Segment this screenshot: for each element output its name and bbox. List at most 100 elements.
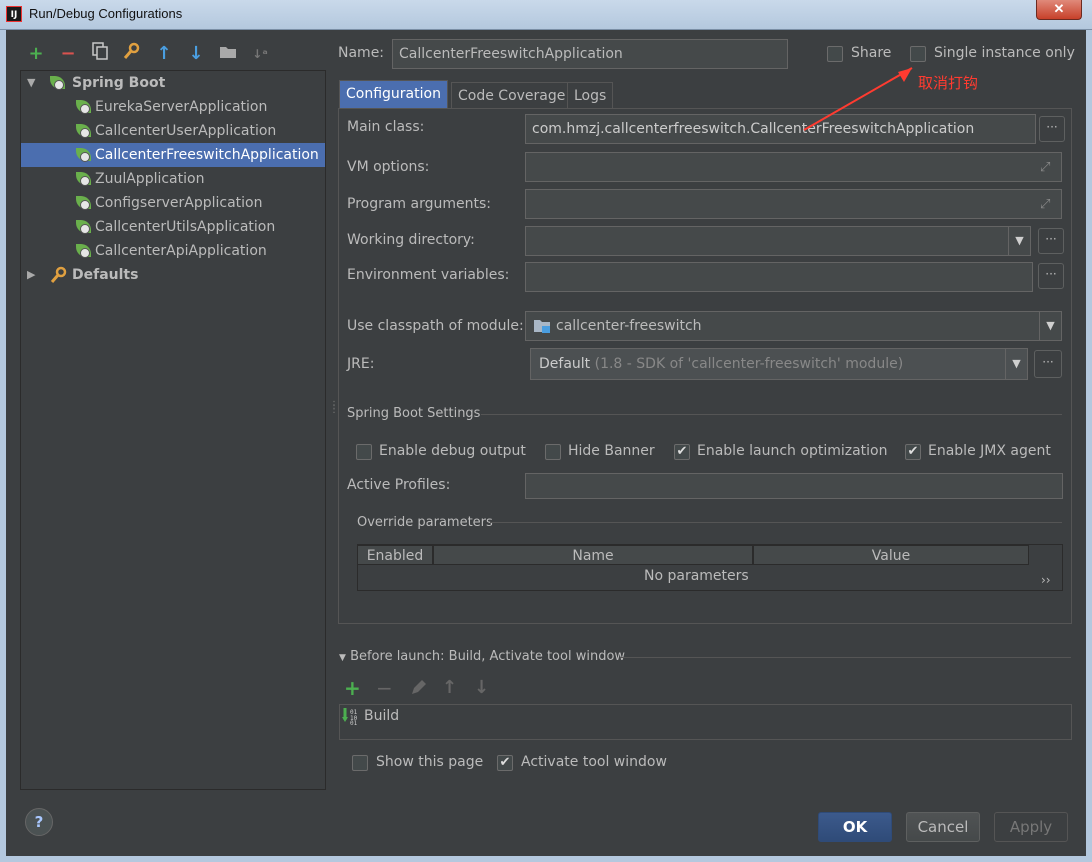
collapsed-arrow-icon[interactable]: ▶: [27, 263, 35, 287]
tree-item[interactable]: CallcenterUserApplication: [21, 119, 325, 143]
tree-item[interactable]: ZuulApplication: [21, 167, 325, 191]
move-down-icon[interactable]: ↓: [184, 42, 208, 66]
ok-button[interactable]: OK: [818, 812, 892, 842]
title-bar: IJ Run/Debug Configurations ✕: [0, 0, 1092, 30]
program-arguments-input[interactable]: [525, 189, 1062, 219]
copy-configuration-icon[interactable]: [88, 42, 112, 66]
remove-configuration-icon[interactable]: −: [56, 42, 80, 66]
table-header-enabled[interactable]: Enabled: [357, 545, 433, 565]
add-task-icon[interactable]: +: [344, 676, 361, 700]
edit-defaults-wrench-icon[interactable]: [120, 42, 144, 66]
build-icon: 01 10 01: [342, 707, 360, 729]
before-launch-toggle[interactable]: ▼ Before launch: Build, Activate tool wi…: [339, 649, 625, 664]
svg-text:01: 01: [350, 720, 358, 725]
cancel-button[interactable]: Cancel: [906, 812, 980, 842]
tree-group-defaults[interactable]: ▶ Defaults: [21, 263, 325, 287]
apply-button[interactable]: Apply: [994, 812, 1068, 842]
move-task-up-icon[interactable]: ↑: [442, 677, 457, 698]
enable-jmx-agent-checkbox[interactable]: ✔: [905, 444, 921, 460]
enable-jmx-agent-label: Enable JMX agent: [928, 443, 1051, 459]
hide-banner-label: Hide Banner: [568, 443, 655, 459]
move-task-down-icon[interactable]: ↓: [474, 677, 489, 698]
table-more-icon[interactable]: ››: [1041, 573, 1051, 587]
defaults-wrench-icon: [49, 265, 69, 293]
folder-icon[interactable]: [216, 42, 240, 66]
help-button[interactable]: ?: [25, 808, 53, 836]
tree-item-label: EurekaServerApplication: [95, 99, 268, 115]
add-configuration-icon[interactable]: +: [24, 42, 48, 66]
tree-item[interactable]: CallcenterApiApplication: [21, 239, 325, 263]
activate-tool-window-checkbox[interactable]: ✔: [497, 755, 513, 771]
tree-item-label: CallcenterApiApplication: [95, 243, 267, 259]
environment-variables-browse-button[interactable]: ···: [1038, 263, 1064, 289]
spring-boot-app-icon: [75, 194, 93, 212]
annotation-arrow: [803, 67, 913, 131]
environment-variables-label: Environment variables:: [347, 267, 510, 283]
override-parameters-title: Override parameters: [357, 515, 493, 530]
tree-item-selected[interactable]: CallcenterFreeswitchApplication: [21, 143, 325, 167]
main-class-input[interactable]: com.hmzj.callcenterfreeswitch.Callcenter…: [525, 114, 1036, 144]
sort-alphabetically-icon[interactable]: ↓ᵃ: [248, 42, 272, 66]
working-directory-browse-button[interactable]: ···: [1038, 228, 1064, 254]
active-profiles-label: Active Profiles:: [347, 477, 451, 493]
expanded-arrow-icon[interactable]: ▼: [27, 71, 35, 95]
classpath-module-label: Use classpath of module:: [347, 318, 524, 334]
jre-dropdown-arrow-icon[interactable]: ▼: [1005, 349, 1027, 379]
tree-item-label: CallcenterUtilsApplication: [95, 219, 276, 235]
tree-item-label: ZuulApplication: [95, 171, 205, 187]
table-header-name[interactable]: Name: [433, 545, 753, 565]
main-class-browse-button[interactable]: ···: [1039, 116, 1065, 142]
name-input[interactable]: CallcenterFreeswitchApplication: [392, 39, 788, 69]
spring-boot-app-icon: [75, 98, 93, 116]
jre-label: JRE:: [347, 356, 375, 372]
tab-configuration[interactable]: Configuration: [339, 80, 448, 108]
jre-select[interactable]: Default (1.8 - SDK of 'callcenter-freesw…: [530, 348, 1028, 380]
tab-code-coverage[interactable]: Code Coverage: [451, 82, 573, 110]
tree-item[interactable]: EurekaServerApplication: [21, 95, 325, 119]
annotation-text: 取消打钩: [918, 74, 979, 92]
section-divider: [620, 657, 1071, 658]
vm-options-input[interactable]: [525, 152, 1062, 182]
expand-icon[interactable]: ⤢: [1040, 197, 1050, 212]
enable-debug-output-label: Enable debug output: [379, 443, 526, 459]
build-task-label: Build: [364, 708, 400, 724]
classpath-dropdown-arrow-icon[interactable]: ▼: [1039, 312, 1061, 340]
working-directory-dropdown-arrow-icon[interactable]: ▼: [1008, 227, 1030, 255]
main-class-label: Main class:: [347, 119, 425, 135]
classpath-module-select[interactable]: callcenter-freeswitch: [525, 311, 1062, 341]
hide-banner-checkbox[interactable]: [545, 444, 561, 460]
working-directory-input[interactable]: [525, 226, 1031, 256]
tree-item[interactable]: ConfigserverApplication: [21, 191, 325, 215]
tree-group-spring-boot[interactable]: ▼ Spring Boot: [21, 71, 325, 95]
remove-task-icon[interactable]: −: [376, 676, 393, 700]
table-header-value[interactable]: Value: [753, 545, 1029, 565]
enable-launch-optimization-checkbox[interactable]: ✔: [674, 444, 690, 460]
table-empty-text: No parameters: [644, 568, 749, 584]
tab-logs[interactable]: Logs: [567, 82, 614, 110]
section-divider: [481, 414, 1062, 415]
single-instance-label: Single instance only: [934, 45, 1075, 61]
configuration-tree[interactable]: ▼ Spring Boot EurekaServerApplication Ca…: [20, 70, 326, 790]
show-this-page-label: Show this page: [376, 754, 484, 770]
spring-boot-app-icon: [75, 218, 93, 236]
show-this-page-checkbox[interactable]: [352, 755, 368, 771]
before-launch-title: Before launch: Build, Activate tool wind…: [350, 649, 626, 664]
tree-item-label: ConfigserverApplication: [95, 195, 263, 211]
expand-icon[interactable]: ⤢: [1040, 160, 1050, 175]
vm-options-label: VM options:: [347, 159, 430, 175]
spring-boot-icon: [49, 74, 67, 92]
enable-debug-output-checkbox[interactable]: [356, 444, 372, 460]
jre-browse-button[interactable]: ···: [1034, 350, 1062, 378]
window-close-button[interactable]: ✕: [1036, 0, 1082, 20]
before-launch-list[interactable]: 01 10 01 Build: [339, 704, 1072, 740]
activate-tool-window-label: Activate tool window: [521, 754, 667, 770]
section-divider: [490, 522, 1062, 523]
collapse-arrow-icon: ▼: [339, 653, 346, 663]
environment-variables-input[interactable]: [525, 262, 1033, 292]
spring-boot-app-icon: [75, 146, 93, 164]
active-profiles-input[interactable]: [525, 473, 1063, 499]
move-up-icon[interactable]: ↑: [152, 42, 176, 66]
edit-task-pencil-icon[interactable]: [410, 680, 426, 700]
jre-hint: (1.8 - SDK of 'callcenter-freeswitch' mo…: [594, 356, 904, 372]
tree-item[interactable]: CallcenterUtilsApplication: [21, 215, 325, 239]
